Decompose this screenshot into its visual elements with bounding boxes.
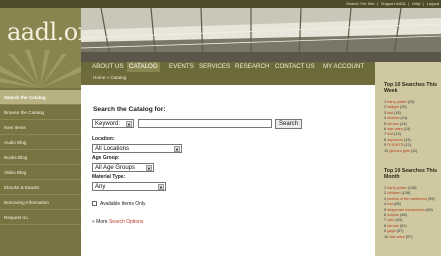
- support-link[interactable]: Support AADL: [381, 1, 406, 6]
- sidebar-item-audio-blog[interactable]: Audio Blog: [0, 135, 81, 150]
- sidebar-item-new-items[interactable]: New Items: [0, 120, 81, 135]
- location-select[interactable]: All Locations ▼: [92, 144, 182, 153]
- top-utility-bar: Search The Site | Support AADL | Help | Log…: [0, 0, 441, 8]
- main-menu: ABOUT US CATALOG EVENTS SERVICES RESEARC…: [81, 62, 375, 72]
- chevron-down-icon: ▼: [158, 184, 164, 190]
- material-type-label: Material Type:: [92, 174, 126, 180]
- menu-research[interactable]: RESEARCH: [235, 62, 269, 72]
- menu-my-account[interactable]: MY ACCOUNT: [323, 62, 364, 72]
- age-group-select[interactable]: All Age Groups ▼: [92, 163, 154, 172]
- header-banner-image: [81, 8, 441, 62]
- top-links: Search The Site | Support AADL | Help | Log…: [346, 1, 439, 6]
- breadcrumb-bar: Home » Catalog: [81, 72, 375, 85]
- menu-about-us[interactable]: ABOUT US: [92, 62, 124, 72]
- sidebar-nav: Search the Catalog Browse the Catalog Ne…: [0, 90, 81, 225]
- top-week-heading: Top 10 Searches This Week: [384, 82, 437, 94]
- top-month-heading: Top 10 Searches This Month: [384, 168, 437, 180]
- location-label: Location:: [92, 136, 115, 142]
- logout-link[interactable]: Logout: [427, 1, 439, 6]
- available-only-label: Available Items Only: [100, 201, 146, 207]
- logo[interactable]: aadl.org: [0, 8, 81, 88]
- sunburst-graphic: [0, 50, 81, 88]
- search-options-link[interactable]: Search Options: [109, 219, 143, 225]
- building-photo: [81, 8, 441, 62]
- sidebar-item-borrowing-info[interactable]: Borrowing Information: [0, 195, 81, 210]
- menu-contact-us[interactable]: CONTACT US: [275, 62, 315, 72]
- menu-events[interactable]: EVENTS: [169, 62, 194, 72]
- left-sidebar: aadl.org Search the Catalog Browse the C…: [0, 8, 81, 256]
- sidebar-item-ebooks[interactable]: Ebooks & Eaudio: [0, 180, 81, 195]
- breadcrumb: Home » Catalog: [93, 75, 127, 80]
- search-site-link[interactable]: Search The Site: [346, 1, 375, 6]
- chevron-down-icon: ▼: [146, 165, 152, 171]
- sidebar-item-search-catalog[interactable]: Search the Catalog: [0, 90, 81, 105]
- search-input[interactable]: [138, 119, 272, 128]
- list-item: 10 gilmore girls (11): [384, 148, 418, 153]
- search-button[interactable]: Search: [275, 119, 302, 129]
- menu-catalog[interactable]: CATALOG: [127, 62, 160, 72]
- page-title: Search the Catalog for:: [93, 106, 166, 113]
- chevron-down-icon: ▼: [126, 121, 132, 127]
- available-only-checkbox[interactable]: [92, 201, 97, 206]
- sidebar-item-video-blog[interactable]: Video Blog: [0, 165, 81, 180]
- catalog-search-form: Search the Catalog for: Keyword: ▼ Searc…: [81, 85, 375, 256]
- top-month-list: 1 harry potter (128) 2 children (128) 3 …: [384, 186, 440, 240]
- logo-text: aadl.org: [7, 18, 81, 46]
- list-item: 10 star wars (57): [384, 234, 413, 239]
- help-link[interactable]: Help: [412, 1, 420, 6]
- menu-services[interactable]: SERVICES: [199, 62, 230, 72]
- more-search-options: » More Search Options: [92, 219, 144, 225]
- top-week-list: 1 harry potter (23) 2 twilight (19) 3 lo…: [384, 100, 440, 154]
- age-group-label: Age Group:: [92, 155, 120, 161]
- search-type-select[interactable]: Keyword: ▼: [92, 119, 134, 128]
- material-type-select[interactable]: Any ▼: [92, 182, 166, 191]
- top-searches-sidebar: Top 10 Searches This Week 1 harry potter…: [375, 62, 441, 256]
- chevron-down-icon: ▼: [174, 146, 180, 152]
- sidebar-item-books-blog[interactable]: Books Blog: [0, 150, 81, 165]
- sidebar-item-request-ill[interactable]: Request ILL: [0, 210, 81, 225]
- sidebar-item-browse-catalog[interactable]: Browse the Catalog: [0, 105, 81, 120]
